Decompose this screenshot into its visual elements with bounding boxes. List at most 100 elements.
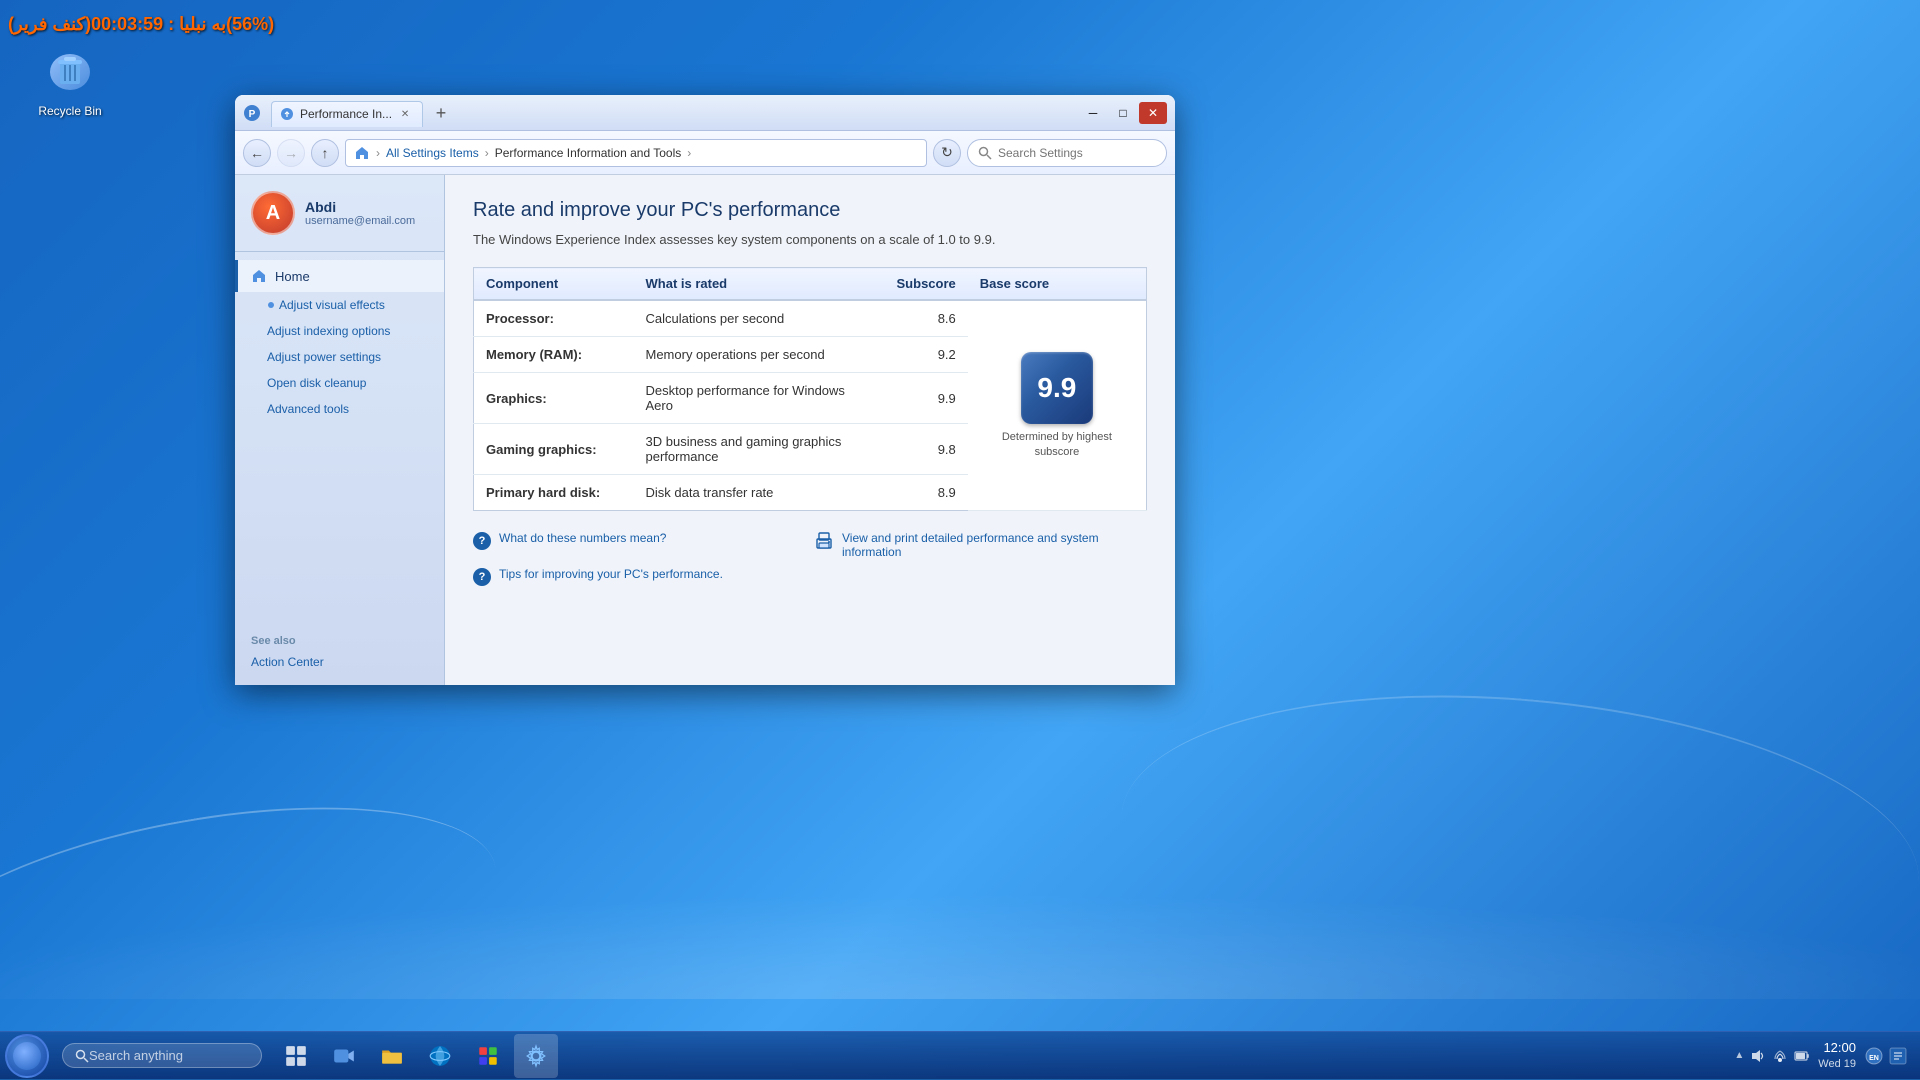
- info-link-what-numbers-text: What do these numbers mean?: [499, 531, 666, 545]
- back-button[interactable]: ←: [243, 139, 271, 167]
- maximize-button[interactable]: □: [1109, 102, 1137, 124]
- search-input[interactable]: [998, 146, 1138, 160]
- page-title: Rate and improve your PC's performance: [473, 199, 1147, 222]
- rated-ram: Memory operations per second: [634, 337, 885, 373]
- tab-bar: Performance In... ✕ +: [271, 99, 455, 127]
- taskbar-search-input[interactable]: [89, 1048, 249, 1063]
- start-button[interactable]: [0, 1032, 54, 1080]
- subscore-disk: 8.9: [885, 475, 968, 511]
- window-controls: ─ □ ✕: [1079, 102, 1167, 124]
- taskbar-clock[interactable]: 12:00 Wed 19: [1818, 1040, 1856, 1071]
- col-header-component: Component: [474, 268, 634, 301]
- start-orb-inner: [13, 1042, 41, 1070]
- sidebar-item-home[interactable]: Home: [235, 260, 444, 292]
- close-button[interactable]: ✕: [1139, 102, 1167, 124]
- browser-icon: [428, 1044, 452, 1068]
- desktop: (56%)به نبليا : 00:03:59(كنف فرير) R: [0, 0, 1920, 1079]
- recycle-bin-icon[interactable]: Recycle Bin: [30, 40, 110, 118]
- user-section: A Abdi username@email.com: [235, 175, 444, 252]
- info-link-what-numbers[interactable]: ? What do these numbers mean?: [473, 531, 806, 559]
- address-home-icon: [354, 145, 370, 161]
- component-disk: Primary hard disk:: [474, 475, 634, 511]
- user-email: username@email.com: [305, 215, 428, 227]
- bullet-icon: [267, 301, 275, 309]
- breadcrumb-all-settings[interactable]: All Settings Items: [386, 146, 479, 160]
- subscore-processor: 8.6: [885, 300, 968, 337]
- recycle-bin-label: Recycle Bin: [38, 104, 101, 118]
- col-header-base-score: Base score: [968, 268, 1147, 301]
- battery-icon[interactable]: [1794, 1048, 1810, 1064]
- see-also-heading: See also: [235, 627, 444, 651]
- settings-window: P Performance In... ✕ + ─ □ ✕: [235, 95, 1175, 685]
- breadcrumb-current: Performance Information and Tools: [495, 146, 682, 160]
- address-bar: ← → ↑ › All Settings Items › Performance…: [235, 131, 1175, 175]
- info-link-view-print[interactable]: View and print detailed performance and …: [814, 531, 1147, 559]
- avatar: A: [251, 191, 295, 235]
- rated-gaming: 3D business and gaming graphics performa…: [634, 424, 885, 475]
- task-view-button[interactable]: [274, 1034, 318, 1078]
- sidebar-item-advanced[interactable]: Advanced tools: [235, 396, 444, 422]
- component-graphics: Graphics:: [474, 373, 634, 424]
- window-tab[interactable]: Performance In... ✕: [271, 101, 423, 127]
- sidebar-item-power[interactable]: Adjust power settings: [235, 344, 444, 370]
- notification-icon[interactable]: [1888, 1046, 1908, 1066]
- svg-text:EN: EN: [1869, 1055, 1879, 1062]
- file-explorer-button[interactable]: [370, 1034, 414, 1078]
- language-icon[interactable]: EN: [1864, 1046, 1884, 1066]
- settings-button[interactable]: [514, 1034, 558, 1078]
- video-app-button[interactable]: [322, 1034, 366, 1078]
- start-orb: [5, 1034, 49, 1078]
- breadcrumb-sep-3: ›: [687, 146, 691, 160]
- network-icon[interactable]: [1772, 1048, 1788, 1064]
- info-link-tips[interactable]: ? Tips for improving your PC's performan…: [473, 567, 806, 586]
- component-processor: Processor:: [474, 300, 634, 337]
- minimize-button[interactable]: ─: [1079, 102, 1107, 124]
- sidebar-power-label: Adjust power settings: [267, 350, 381, 364]
- tray-expand-icon[interactable]: ▲: [1734, 1050, 1744, 1061]
- sidebar-indexing-label: Adjust indexing options: [267, 324, 390, 338]
- address-field[interactable]: › All Settings Items › Performance Infor…: [345, 139, 927, 167]
- tab-icon: [280, 107, 294, 121]
- browser-button[interactable]: [418, 1034, 462, 1078]
- store-button[interactable]: [466, 1034, 510, 1078]
- taskbar-search-bar[interactable]: [62, 1043, 262, 1068]
- sidebar-advanced-label: Advanced tools: [267, 402, 349, 416]
- svg-text:P: P: [249, 109, 256, 120]
- up-button[interactable]: ↑: [311, 139, 339, 167]
- aero-swirl-right: [1108, 665, 1920, 1034]
- sidebar-item-indexing[interactable]: Adjust indexing options: [235, 318, 444, 344]
- taskbar-search-icon: [75, 1049, 89, 1063]
- sidebar-item-disk-cleanup[interactable]: Open disk cleanup: [235, 370, 444, 396]
- add-tab-button[interactable]: +: [427, 101, 455, 127]
- refresh-button[interactable]: ↻: [933, 139, 961, 167]
- taskbar: ▲ 12:00: [0, 1031, 1920, 1079]
- breadcrumb-sep-2: ›: [485, 146, 489, 160]
- base-score-description: Determined by highest subscore: [988, 430, 1126, 459]
- sidebar-disk-cleanup-label: Open disk cleanup: [267, 376, 366, 390]
- info-link-view-print-text: View and print detailed performance and …: [842, 531, 1147, 559]
- search-icon: [978, 146, 992, 160]
- speaker-icon[interactable]: [1750, 1048, 1766, 1064]
- subscore-gaming: 9.8: [885, 424, 968, 475]
- tab-close-button[interactable]: ✕: [398, 107, 412, 121]
- base-score-badge: 9.9: [1021, 352, 1093, 424]
- grid-icon: [284, 1044, 308, 1068]
- home-icon: [251, 268, 267, 284]
- breadcrumb-sep-1: ›: [376, 146, 380, 160]
- tab-label: Performance In...: [300, 107, 392, 121]
- subscore-graphics: 9.9: [885, 373, 968, 424]
- performance-table: Component What is rated Subscore Base sc…: [473, 267, 1147, 511]
- taskbar-pinned-icons: [274, 1034, 558, 1078]
- clock-time: 12:00: [1818, 1040, 1856, 1057]
- sidebar-item-action-center[interactable]: Action Center: [235, 651, 444, 673]
- forward-button[interactable]: →: [277, 139, 305, 167]
- settings-search-field[interactable]: [967, 139, 1167, 167]
- titlebar-icon: P: [243, 104, 261, 122]
- printer-icon: [814, 531, 834, 551]
- component-gaming: Gaming graphics:: [474, 424, 634, 475]
- info-links-section: ? What do these numbers mean?: [473, 531, 1147, 586]
- taskbar-right-area: ▲ 12:00: [1734, 1040, 1920, 1071]
- sidebar-visual-effects-label: Adjust visual effects: [279, 298, 385, 312]
- sidebar-item-visual-effects[interactable]: Adjust visual effects: [235, 292, 444, 318]
- col-header-subscore: Subscore: [885, 268, 968, 301]
